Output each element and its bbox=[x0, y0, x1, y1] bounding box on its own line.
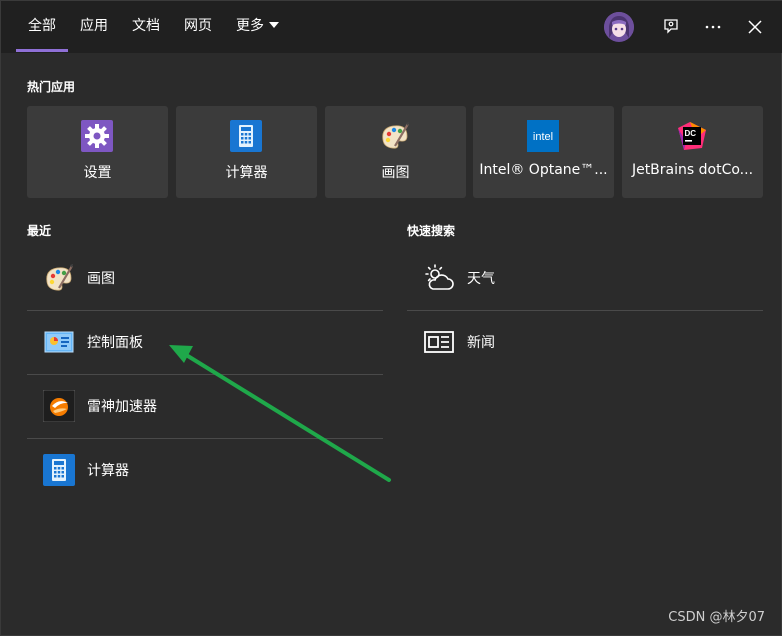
watermark: CSDN @林夕07 bbox=[668, 610, 765, 625]
search-start-panel: 全部 应用 文档 网页 更多 热门应用 设置 计算器 画图 intel Inte… bbox=[0, 0, 782, 636]
annotation-arrow bbox=[169, 345, 391, 482]
